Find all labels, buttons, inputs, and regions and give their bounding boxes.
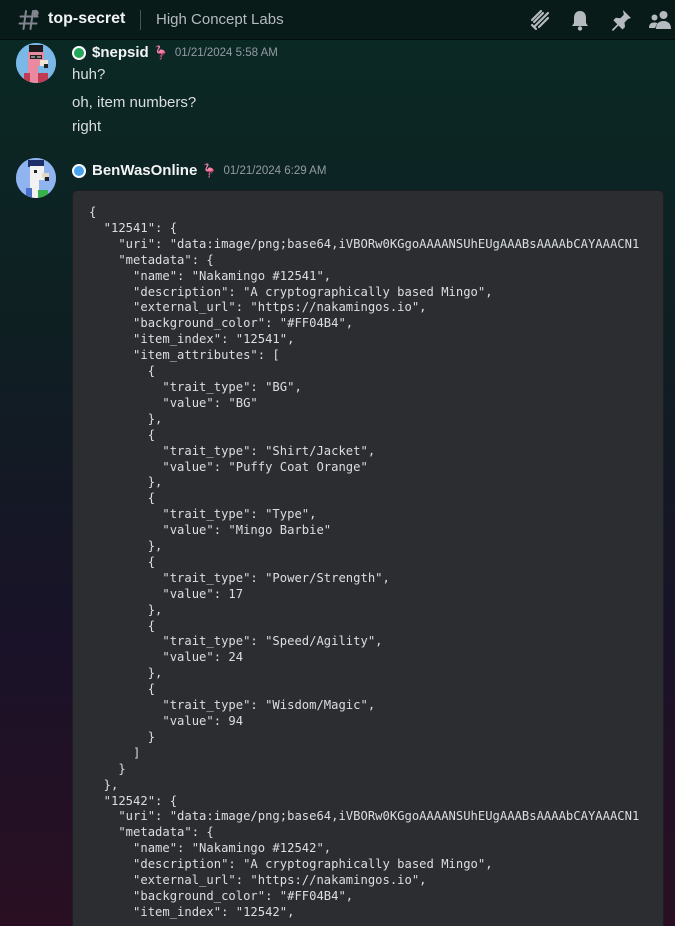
avatar[interactable] (16, 158, 56, 198)
hash-icon (18, 9, 39, 30)
channel-header: top-secret High Concept Labs (0, 0, 675, 40)
status-icon (72, 163, 86, 178)
username[interactable]: $nepsid (92, 44, 149, 61)
timestamp: 01/21/2024 5:58 AM (174, 46, 278, 59)
header-divider (140, 10, 141, 30)
flamingo-avatar-icon (16, 43, 56, 83)
members-icon[interactable] (648, 8, 672, 32)
channel-name: top-secret (48, 10, 126, 27)
message-header: BenWasOnline 🦩 01/21/2024 6:29 AM (72, 162, 326, 179)
message-text: huh? (72, 66, 106, 83)
username[interactable]: BenWasOnline (92, 162, 197, 179)
avatar[interactable] (16, 43, 56, 83)
threads-icon[interactable] (529, 8, 553, 32)
flamingo-badge-icon: 🦩 (152, 44, 169, 60)
message-header: $nepsid 🦩 01/21/2024 5:58 AM (72, 44, 278, 61)
timestamp: 01/21/2024 6:29 AM (223, 164, 327, 177)
message-text: oh, item numbers? (72, 94, 197, 111)
channel-topic[interactable]: High Concept Labs (156, 11, 284, 28)
bell-icon[interactable] (568, 8, 592, 32)
code-block[interactable]: { "12541": { "uri": "data:image/png;base… (72, 190, 664, 926)
code-content: { "12541": { "uri": "data:image/png;base… (89, 205, 640, 919)
online-status-icon (72, 45, 86, 60)
flamingo-avatar-icon (16, 158, 56, 198)
pin-icon[interactable] (609, 8, 633, 32)
flamingo-badge-icon: 🦩 (201, 162, 218, 178)
message-text: right (72, 118, 102, 135)
